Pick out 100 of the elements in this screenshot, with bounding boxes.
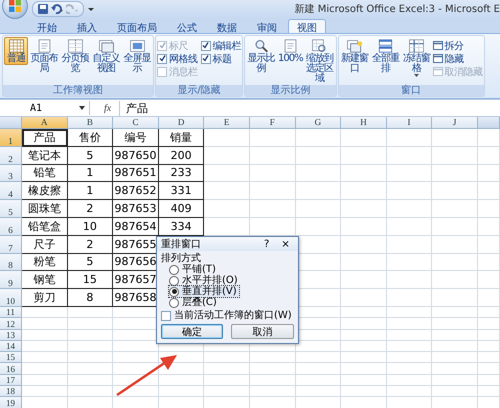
name-box[interactable]: A1 (0, 101, 90, 115)
row-header[interactable]: 1 (0, 129, 22, 147)
ribbon-checkbox[interactable]: 标题 (200, 52, 241, 65)
dialog-button[interactable]: 确定 (161, 324, 224, 339)
table-cell: 售价 (68, 129, 114, 147)
insert-function-button[interactable]: fx (104, 102, 112, 114)
row-header[interactable]: 15 (0, 352, 22, 364)
radio-option[interactable]: 层叠(C) (169, 297, 219, 308)
group-label: 显示/隐藏 (156, 85, 242, 96)
ribbon-button[interactable]: 缩放到选定区域 (304, 37, 335, 85)
ribbon-button[interactable]: 分页预览 (60, 37, 90, 75)
column-header[interactable]: H (341, 117, 387, 129)
ribbon-button[interactable]: 自定义视图 (91, 37, 121, 75)
table-cell: 15 (68, 271, 114, 290)
column-header[interactable] (478, 117, 500, 129)
ribbon-tab[interactable]: 审阅 (248, 19, 286, 33)
grid-icon (8, 38, 24, 54)
ribbon-tab[interactable]: 开始 (28, 19, 66, 33)
row-header[interactable]: 2 (0, 146, 22, 165)
zoom-selection-icon (311, 38, 328, 54)
row-header[interactable]: 11 (0, 306, 22, 318)
new-window-icon (346, 38, 364, 54)
ribbon-tab[interactable]: 公式 (168, 19, 206, 33)
table-cell: 233 (158, 164, 204, 182)
ribbon-button[interactable]: 显示比例 (246, 37, 276, 75)
office-button[interactable] (2, 0, 28, 19)
column-header[interactable]: J (432, 117, 478, 129)
table-cell: 产品 (22, 129, 68, 147)
ribbon-tab[interactable]: 数据 (208, 19, 246, 33)
column-header[interactable]: D (158, 117, 204, 129)
ribbon-tab[interactable]: 插入 (68, 19, 106, 33)
row-header[interactable]: 7 (0, 236, 22, 254)
radio-option[interactable]: 平铺(T) (169, 264, 218, 275)
caret-icon (79, 106, 85, 110)
table-cell: 橡皮擦 (22, 182, 68, 200)
table-cell: 笔记本 (22, 146, 68, 165)
row-header[interactable]: 12 (0, 318, 22, 330)
table-cell: 尺子 (22, 236, 68, 254)
column-header[interactable]: C (113, 117, 159, 129)
split-icon (432, 41, 443, 50)
ribbon-button[interactable]: 100% (277, 37, 304, 65)
unhide-icon (432, 67, 443, 76)
row-header[interactable]: 5 (0, 200, 22, 218)
ribbon-button[interactable]: 冻结窗格 (402, 37, 432, 78)
row-header[interactable]: 6 (0, 218, 22, 236)
table-cell: 987652 (113, 182, 159, 200)
row-header[interactable]: 10 (0, 289, 22, 307)
freeze-grid-icon (408, 38, 426, 54)
table-cell: 331 (158, 182, 204, 200)
table-cell: 987654 (113, 218, 159, 236)
close-button[interactable]: × (277, 238, 294, 250)
table-cell: 粉笔 (22, 254, 68, 272)
ribbon-button[interactable]: 页面布局 (29, 37, 59, 75)
ribbon-small-button[interactable]: 拆分 (432, 39, 483, 52)
column-header[interactable]: E (204, 117, 250, 129)
column-header[interactable]: B (68, 117, 114, 129)
ribbon-small-button[interactable]: 隐藏 (432, 52, 483, 65)
ribbon-checkbox[interactable]: 网格线 (157, 52, 198, 65)
help-button[interactable]: ? (260, 238, 274, 250)
column-header[interactable]: A (22, 117, 68, 129)
group-label: 显示比例 (245, 85, 336, 96)
table-cell: 200 (158, 146, 204, 165)
window-icon (98, 38, 114, 54)
save-icon[interactable] (38, 4, 48, 14)
row-header[interactable]: 13 (0, 330, 22, 341)
row-header[interactable]: 18 (0, 386, 22, 398)
table-cell: 1 (68, 164, 114, 182)
table-cell: 销量 (158, 129, 204, 147)
table-cell: 10 (68, 218, 114, 236)
row-header[interactable]: 8 (0, 254, 22, 272)
row-header[interactable]: 9 (0, 271, 22, 290)
formula-field[interactable]: 产品 (119, 100, 148, 116)
dialog-button[interactable]: 取消 (231, 324, 294, 339)
column-header[interactable]: F (250, 117, 296, 129)
ribbon-button[interactable]: 普通 (4, 37, 28, 65)
column-header[interactable]: I (386, 117, 432, 129)
table-cell: 1 (68, 182, 114, 200)
table-cell: 铅笔 (22, 164, 68, 182)
ribbon-button[interactable]: 全屏显示 (122, 37, 152, 75)
ribbon-checkbox[interactable]: 编辑栏 (200, 39, 241, 52)
row-header[interactable]: 4 (0, 182, 22, 200)
row-header[interactable]: 14 (0, 340, 22, 352)
row-header[interactable]: 16 (0, 363, 22, 375)
window-checkbox[interactable]: 当前活动工作簿的窗口(W) (161, 310, 294, 321)
caret-icon[interactable] (88, 6, 94, 12)
row-header[interactable]: 19 (0, 397, 22, 408)
table-cell: 987651 (113, 164, 159, 182)
select-all-corner[interactable] (0, 117, 22, 129)
window-title: 新建 Microsoft Office Excel:3 - Microsoft E (294, 2, 500, 16)
ribbon-tab[interactable]: 页面布局 (108, 19, 166, 33)
row-header[interactable]: 3 (0, 164, 22, 182)
undo-icon[interactable] (51, 4, 63, 14)
office-logo-icon (9, 0, 21, 12)
ribbon-tab[interactable]: 视图 (288, 19, 326, 33)
radio-option[interactable]: 垂直并排(V) (169, 286, 239, 297)
column-header[interactable]: G (296, 117, 342, 129)
table-cell: 5 (68, 254, 114, 272)
ribbon-button[interactable]: 全部重排 (370, 37, 401, 75)
ribbon-button[interactable]: 新建窗口 (340, 37, 370, 75)
row-header[interactable]: 17 (0, 374, 22, 386)
